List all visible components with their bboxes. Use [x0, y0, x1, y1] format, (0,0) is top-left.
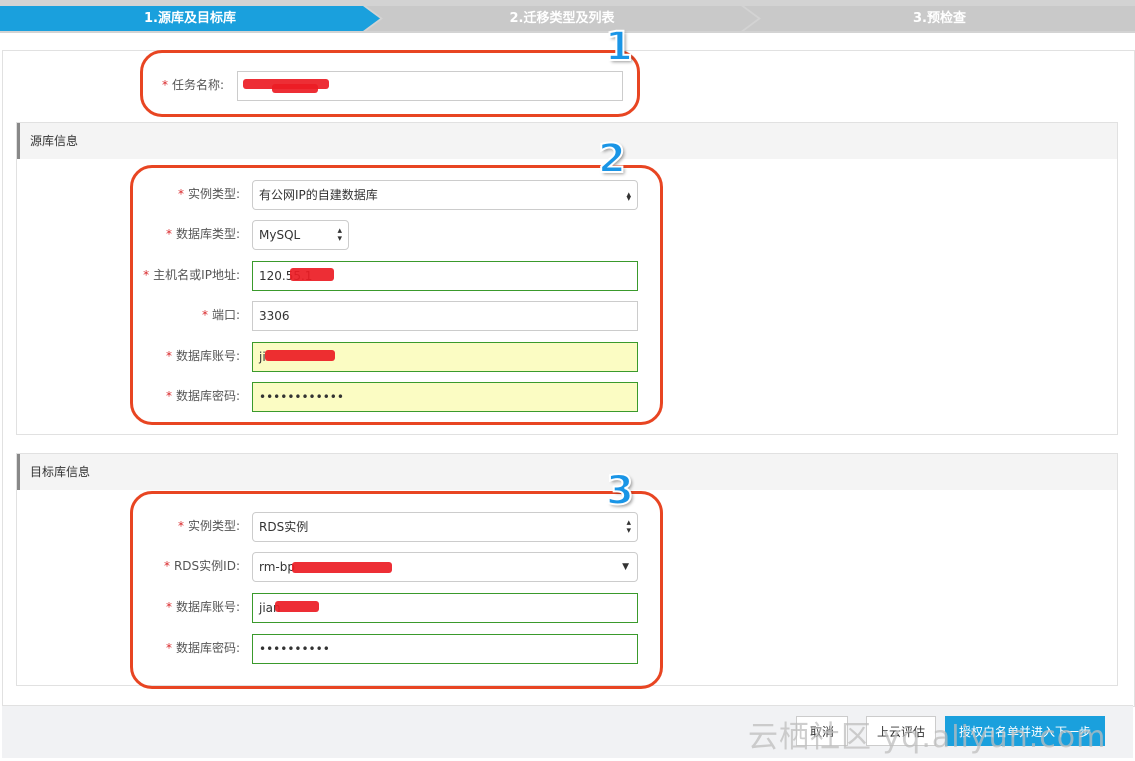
wizard-steps: 1.源库及目标库 2.迁移类型及列表 3.预检查: [0, 0, 1135, 33]
annotation-box-1: [140, 50, 640, 117]
step-precheck: 3.预检查: [744, 6, 1135, 31]
target-db-title: 目标库信息: [17, 454, 1117, 490]
step-migration-type: 2.迁移类型及列表: [366, 6, 758, 31]
annotation-number-2: 2: [597, 135, 627, 183]
step-source-target: 1.源库及目标库: [0, 6, 380, 31]
step3-label: 3.预检查: [913, 11, 966, 26]
source-db-title: 源库信息: [17, 123, 1117, 159]
annotation-number-3: 3: [605, 467, 635, 515]
step2-label: 2.迁移类型及列表: [509, 11, 615, 26]
watermark: 云栖社区 yq.aliyun.com: [748, 720, 1107, 755]
annotation-box-3: [130, 491, 663, 689]
step1-label: 1.源库及目标库: [144, 11, 236, 26]
annotation-number-1: 1: [604, 23, 634, 71]
annotation-box-2: [130, 165, 663, 425]
